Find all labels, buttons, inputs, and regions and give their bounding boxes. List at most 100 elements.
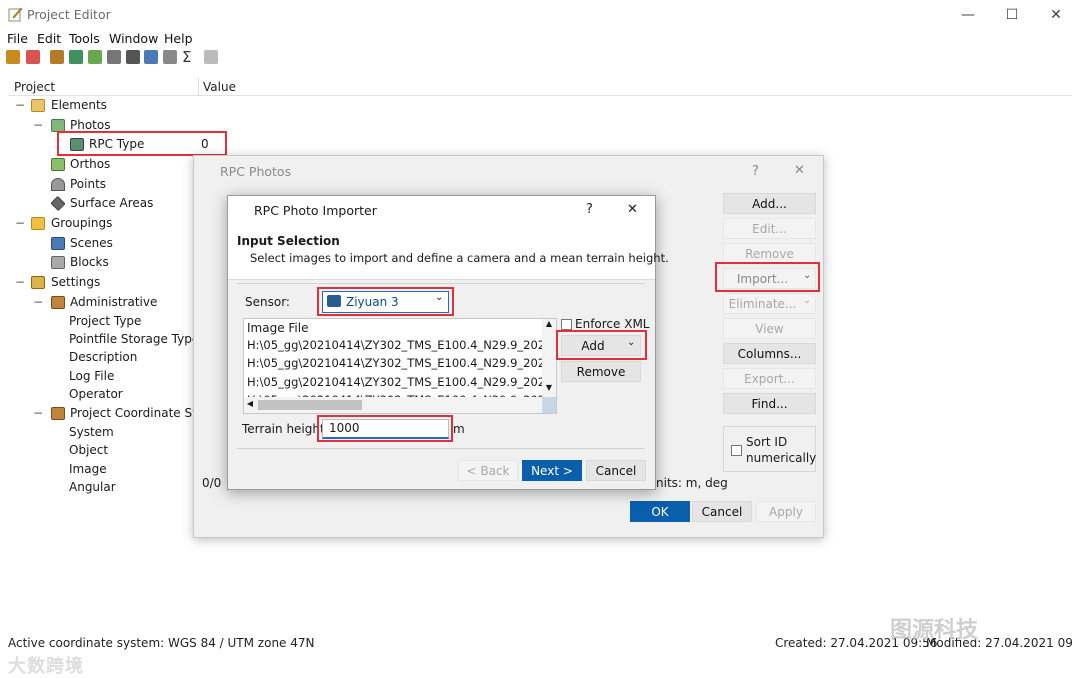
watermark-right: 图源科技 xyxy=(890,618,979,643)
tree-item-object[interactable]: Object xyxy=(0,441,200,460)
menu-bar: File Edit Tools Window Help xyxy=(0,30,1080,48)
tools-icon xyxy=(51,407,65,420)
tree-item-pointfile-storage-type[interactable]: Pointfile Storage Type xyxy=(0,330,200,349)
rpc-type-highlight xyxy=(57,131,227,156)
menu-edit[interactable]: Edit xyxy=(37,31,61,46)
column-project[interactable]: Project xyxy=(14,80,55,94)
rpc-cancel-button[interactable]: Cancel xyxy=(692,501,752,522)
points-icon[interactable] xyxy=(107,50,121,64)
sensor-highlight xyxy=(317,287,454,316)
tree-item-angular[interactable]: Angular xyxy=(0,478,200,497)
importer-help-button[interactable]: ? xyxy=(586,202,593,217)
minimize-button[interactable]: — xyxy=(956,4,980,26)
surface-areas-icon xyxy=(50,195,66,212)
surface-icon[interactable] xyxy=(126,50,140,64)
menu-help[interactable]: Help xyxy=(164,31,193,46)
scroll-up-icon[interactable]: ▲ xyxy=(542,319,556,331)
tree-item-system[interactable]: System xyxy=(0,423,200,442)
sort-label: Sort ID numerically xyxy=(746,435,817,465)
block-icon[interactable] xyxy=(163,50,177,64)
tree-item-orthos[interactable]: Orthos xyxy=(0,155,200,174)
rpc-photo-importer-dialog: RPC Photo Importer ? ✕ Input Selection S… xyxy=(227,195,669,490)
list-item[interactable]: H:\05_gg\20210414\ZY302_TMS_E100.4_N29.9… xyxy=(247,375,556,389)
rpc-apply-button[interactable]: Apply xyxy=(756,501,816,522)
maximize-button[interactable]: ☐ xyxy=(1000,4,1024,26)
tree-item-points[interactable]: Points xyxy=(0,175,200,194)
list-item[interactable]: H:\05_gg\20210414\ZY302_TMS_E100.4_N29.9… xyxy=(247,356,556,370)
photo-count: 0/0 xyxy=(202,476,222,490)
horizontal-scrollbar[interactable]: ◀ xyxy=(244,397,542,413)
toolbar: Σ xyxy=(0,48,1080,68)
rpc-help-button[interactable]: ? xyxy=(752,164,759,179)
ortho-icon[interactable] xyxy=(88,50,102,64)
divider xyxy=(237,283,645,284)
menu-file[interactable]: File xyxy=(7,31,28,46)
image-file-list[interactable]: Image File H:\05_gg\20210414\ZY302_TMS_E… xyxy=(243,318,557,414)
tree-item-settings[interactable]: − Settings xyxy=(0,273,200,292)
terrain-unit: m xyxy=(453,422,465,436)
watermark-left: 大数跨境 xyxy=(8,656,84,677)
enforce-xml-checkbox[interactable] xyxy=(561,319,572,330)
next-button[interactable]: Next > xyxy=(522,460,582,481)
enforce-xml-label: Enforce XML xyxy=(575,317,650,331)
tree-item-scenes[interactable]: Scenes xyxy=(0,234,200,253)
list-item[interactable]: H:\05_gg\20210414\ZY302_TMS_E100.4_N29.9… xyxy=(247,338,556,352)
sigma-icon[interactable]: Σ xyxy=(182,48,191,66)
tree-item-surface-areas[interactable]: Surface Areas xyxy=(0,194,200,213)
rpc-find-button[interactable]: Find... xyxy=(723,393,816,414)
tree-item-groupings[interactable]: − Groupings xyxy=(0,214,200,233)
terrain-highlight xyxy=(317,415,453,442)
add-highlight xyxy=(556,330,647,360)
tree-item-operator[interactable]: Operator xyxy=(0,385,200,404)
scroll-thumb[interactable] xyxy=(258,400,362,410)
remove-file-button[interactable]: Remove xyxy=(561,361,641,382)
save-icon[interactable] xyxy=(6,50,20,64)
rpc-remove-button[interactable]: Remove xyxy=(723,243,816,264)
scroll-down-icon[interactable]: ▼ xyxy=(542,383,556,395)
import-highlight xyxy=(715,262,820,292)
rpc-add-button[interactable]: Add... xyxy=(723,193,816,214)
input-selection-header: Input Selection Select images to import … xyxy=(228,224,669,280)
rpc-view-button[interactable]: View xyxy=(723,318,816,339)
vertical-scrollbar[interactable]: ▲ ▼ xyxy=(542,319,556,413)
settings-folder-icon xyxy=(31,276,45,289)
photo-icon[interactable] xyxy=(69,50,83,64)
tree-item-log-file[interactable]: Log File xyxy=(0,367,200,386)
blocks-icon xyxy=(51,256,65,269)
wizard-icon[interactable] xyxy=(26,50,40,64)
window-title: Project Editor xyxy=(27,7,111,22)
importer-cancel-button[interactable]: Cancel xyxy=(586,460,646,481)
rpc-edit-button[interactable]: Edit... xyxy=(723,218,816,239)
rpc-columns-button[interactable]: Columns... xyxy=(723,343,816,364)
column-value[interactable]: Value xyxy=(203,80,236,94)
coordinate-system-status: Active coordinate system: WGS 84 / UTM z… xyxy=(8,636,315,650)
tree-item-image[interactable]: Image xyxy=(0,460,200,479)
importer-close-button[interactable]: ✕ xyxy=(627,202,638,217)
column-separator[interactable] xyxy=(198,78,199,96)
scroll-corner xyxy=(542,397,556,413)
tree-item-administrative[interactable]: − Administrative xyxy=(0,293,200,312)
tree-item-blocks[interactable]: Blocks xyxy=(0,253,200,272)
rpc-photos-title: RPC Photos xyxy=(220,164,292,179)
close-button[interactable]: ✕ xyxy=(1044,4,1068,26)
tools-icon[interactable] xyxy=(50,50,64,64)
tree-item-project-type[interactable]: Project Type xyxy=(0,312,200,331)
rpc-ok-button[interactable]: OK xyxy=(630,501,690,522)
scene-icon[interactable] xyxy=(144,50,158,64)
sort-checkbox[interactable] xyxy=(731,445,742,456)
menu-tools[interactable]: Tools xyxy=(69,31,100,46)
menu-window[interactable]: Window xyxy=(109,31,158,46)
tree-item-elements[interactable]: − Elements xyxy=(0,96,200,115)
pointer-help-icon[interactable] xyxy=(204,50,218,64)
tree-item-description[interactable]: Description xyxy=(0,348,200,367)
back-button[interactable]: < Back xyxy=(458,460,518,481)
rpc-export-button[interactable]: Export... xyxy=(723,368,816,389)
folder-icon xyxy=(31,217,45,230)
sort-group: Sort ID numerically xyxy=(723,426,816,472)
title-bar: Project Editor — ☐ ✕ xyxy=(0,0,1080,30)
tree-item-project-coordinate-system[interactable]: − Project Coordinate Sy... xyxy=(0,404,209,423)
terrain-height-label: Terrain height: xyxy=(242,422,329,436)
scroll-left-icon[interactable]: ◀ xyxy=(244,399,256,408)
units-label: nits: m, deg xyxy=(656,476,728,490)
rpc-close-button[interactable]: ✕ xyxy=(794,163,805,178)
